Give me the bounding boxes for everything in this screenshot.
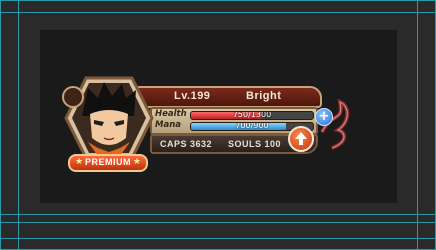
caps-count: CAPS 3632 xyxy=(160,139,213,149)
star-icon: ★ xyxy=(132,157,141,167)
level-circle xyxy=(62,86,84,108)
level-up-button[interactable] xyxy=(288,126,314,152)
mana-label: Mana xyxy=(155,120,181,130)
guide-line xyxy=(0,12,436,13)
health-value: 750/1300 xyxy=(232,111,272,119)
guide-line xyxy=(417,0,418,250)
health-bar: 750/1300 xyxy=(190,111,314,120)
player-name: Bright xyxy=(246,90,282,102)
guide-line xyxy=(0,222,436,223)
guide-line xyxy=(18,0,19,250)
premium-badge[interactable]: ★ PREMIUM ★ xyxy=(68,154,148,172)
player-hud: Lv.199 Bright Health 750/1300 Mana 700/9… xyxy=(62,76,354,180)
health-label: Health xyxy=(155,109,187,119)
souls-count: SOULS 100 xyxy=(228,139,282,149)
guide-line xyxy=(0,214,436,215)
guide-line xyxy=(0,238,436,239)
arrow-up-icon xyxy=(295,132,307,145)
player-level: Lv.199 xyxy=(174,90,211,102)
plus-icon[interactable]: + xyxy=(315,108,333,126)
name-banner: Lv.199 Bright xyxy=(132,86,322,108)
